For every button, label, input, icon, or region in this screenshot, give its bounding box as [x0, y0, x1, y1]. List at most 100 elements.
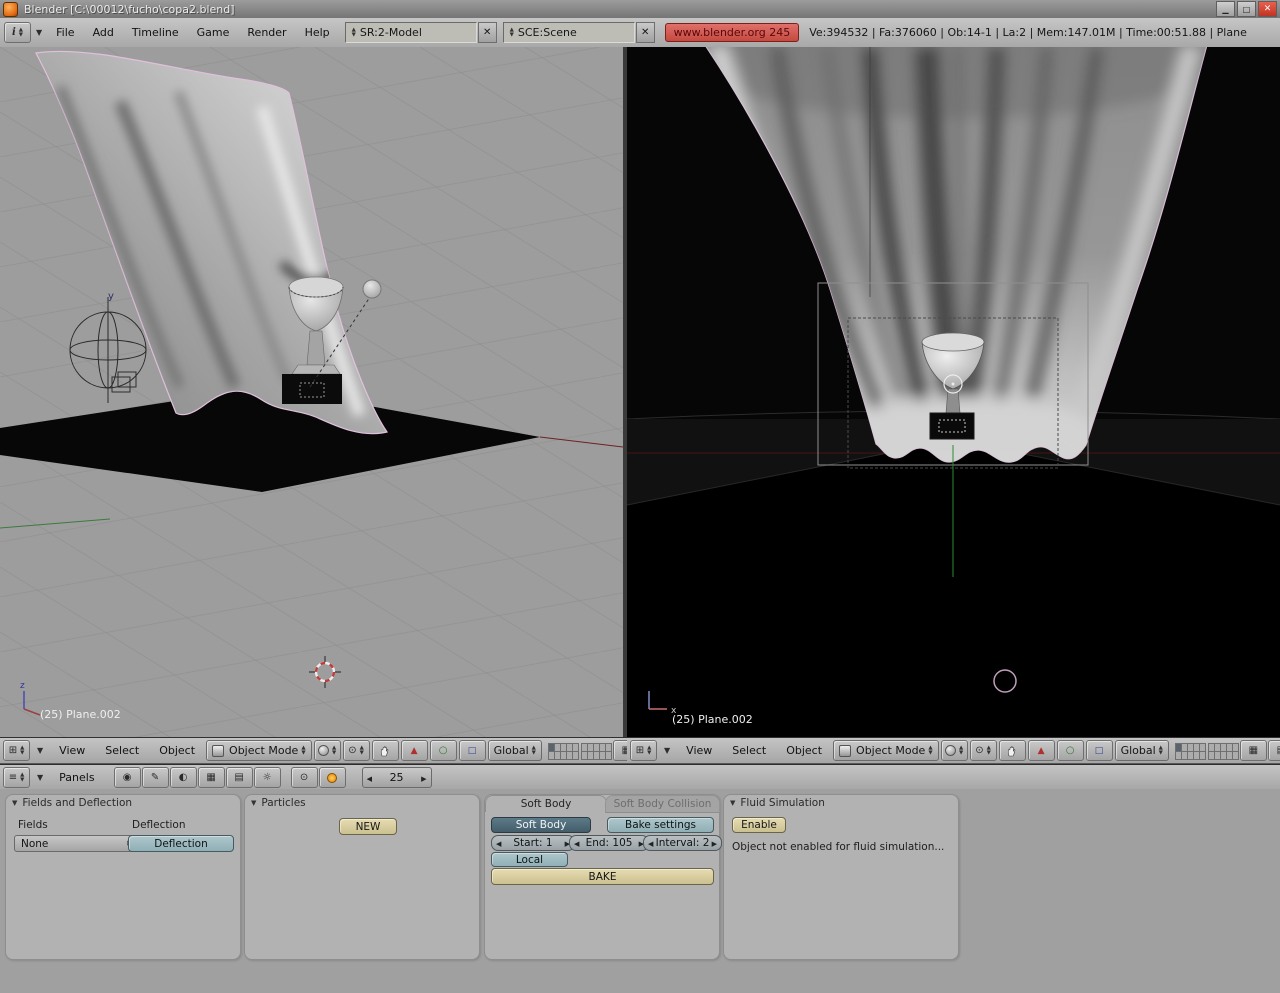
increment-icon[interactable] [712, 837, 717, 849]
translate-manipulator-button[interactable]: ▲ [1028, 740, 1055, 761]
editor-type-button[interactable]: ≡ [3, 767, 30, 788]
mode-dropdown[interactable]: Object Mode [206, 740, 312, 761]
blender-org-badge[interactable]: www.blender.org 245 [665, 23, 800, 42]
so​ft-body-enable-button[interactable]: Soft Body [491, 817, 591, 833]
scale-manipulator-button[interactable]: □ [459, 740, 486, 761]
layers-grid[interactable] [548, 743, 611, 759]
menu-view[interactable]: View [50, 744, 94, 757]
panel-title: Fields and Deflection [22, 797, 132, 809]
menu-select[interactable]: Select [96, 744, 148, 757]
goblet-base[interactable] [930, 413, 974, 439]
panel-header[interactable]: Fluid Simulation [724, 795, 958, 811]
local-toggle-button[interactable]: Local [491, 852, 568, 867]
draw-type-dropdown[interactable] [314, 740, 341, 761]
end-frame-field[interactable]: End: 105 [569, 835, 649, 851]
tab-soft-body[interactable]: Soft Body [485, 795, 607, 812]
fluid-enable-button[interactable]: Enable [732, 817, 786, 833]
panel-header[interactable]: Fields and Deflection [6, 795, 240, 811]
minimize-button[interactable]: ▁ [1216, 1, 1235, 17]
menu-select[interactable]: Select [723, 744, 775, 757]
3d-viewport-left[interactable]: y z [0, 47, 623, 737]
frame-increment-icon[interactable] [421, 771, 426, 784]
panels-menu[interactable]: Panels [50, 771, 103, 784]
decrement-icon[interactable] [648, 837, 653, 849]
scene-selector[interactable]: SCE:Scene [503, 22, 635, 43]
sphere-object[interactable] [363, 280, 381, 298]
start-frame-field[interactable]: Start: 1 [491, 835, 575, 851]
object-subcontext-button[interactable]: ⊙ [291, 767, 318, 788]
screen-selector[interactable]: SR:2-Model [345, 22, 477, 43]
header-extra-button[interactable]: ▤ [1268, 740, 1280, 761]
script-context-button[interactable]: ✎ [142, 767, 169, 788]
rotate-manipulator-button[interactable]: ○ [1057, 740, 1084, 761]
fluid-status-message: Object not enabled for fluid simulation.… [732, 841, 944, 853]
maximize-button[interactable]: □ [1237, 1, 1256, 17]
mode-dropdown[interactable]: Object Mode [833, 740, 939, 761]
editor-type-button[interactable]: ⊞ [3, 740, 30, 761]
menu-timeline[interactable]: Timeline [123, 26, 188, 39]
spinner-icon [928, 746, 932, 756]
frame-number-field[interactable]: 25 [362, 767, 432, 788]
layers-grid[interactable] [1175, 743, 1238, 759]
interval-field[interactable]: Interval: 2 [643, 835, 722, 851]
manipulator-toggle-button[interactable] [372, 740, 399, 761]
editing-context-button[interactable]: ▤ [226, 767, 253, 788]
pivot-dropdown[interactable]: ⊙ [343, 740, 370, 761]
header-collapse-icon[interactable] [32, 773, 48, 782]
logic-context-button[interactable]: ◉ [114, 767, 141, 788]
spinner-icon [647, 746, 651, 756]
close-button[interactable]: ✕ [1258, 1, 1277, 17]
hand-icon [380, 745, 390, 757]
menu-help[interactable]: Help [296, 26, 339, 39]
header-collapse-icon[interactable] [659, 746, 675, 755]
pivot-icon: ⊙ [348, 746, 356, 756]
menu-add[interactable]: Add [84, 26, 123, 39]
orientation-dropdown[interactable]: Global [1115, 740, 1169, 761]
panel-collapse-icon[interactable] [12, 799, 22, 807]
header-collapse-icon[interactable] [32, 746, 48, 755]
scene-delete-button[interactable]: ✕ [636, 22, 655, 43]
translate-manipulator-button[interactable]: ▲ [401, 740, 428, 761]
goblet-base[interactable] [282, 374, 342, 404]
menu-object[interactable]: Object [777, 744, 831, 757]
fields-label: Fields [18, 819, 48, 831]
tab-soft-body-collision[interactable]: Soft Body Collision [605, 795, 720, 813]
header-extra-button[interactable]: ▦ [1240, 740, 1267, 761]
menu-view[interactable]: View [677, 744, 721, 757]
screen-delete-button[interactable]: ✕ [478, 22, 497, 43]
editor-type-button[interactable]: i [4, 22, 31, 43]
decrement-icon[interactable] [496, 837, 501, 849]
orientation-dropdown[interactable]: Global [488, 740, 542, 761]
menu-render[interactable]: Render [238, 26, 295, 39]
buttons-window-header: ≡ Panels ◉ ✎ ◐ ▦ ▤ ☼ ⊙ 25 [0, 764, 1280, 791]
scene-context-button[interactable]: ☼ [254, 767, 281, 788]
spinner-icon [959, 746, 963, 756]
fields-type-dropdown[interactable]: None [14, 835, 138, 852]
menu-object[interactable]: Object [150, 744, 204, 757]
decrement-icon[interactable] [574, 837, 579, 849]
3d-viewport-right[interactable]: x (25) Plane.002 [627, 47, 1280, 737]
panel-collapse-icon[interactable] [251, 799, 261, 807]
object-context-button[interactable]: ▦ [198, 767, 225, 788]
menu-game[interactable]: Game [188, 26, 239, 39]
menu-collapse-icon[interactable] [31, 28, 47, 37]
new-particle-system-button[interactable]: NEW [339, 818, 397, 835]
pivot-dropdown[interactable]: ⊙ [970, 740, 997, 761]
menu-file[interactable]: File [47, 26, 83, 39]
editor-type-button[interactable]: ⊞ [630, 740, 657, 761]
manipulator-toggle-button[interactable] [999, 740, 1026, 761]
bake-settings-toggle-button[interactable]: Bake settings [607, 817, 714, 833]
bake-button[interactable]: BAKE [491, 868, 714, 885]
rotate-manipulator-button[interactable]: ○ [430, 740, 457, 761]
panel-collapse-icon[interactable] [730, 799, 740, 807]
shading-context-button[interactable]: ◐ [170, 767, 197, 788]
viewport-header-left: ⊞ View Select Object Object Mode ⊙ ▲ ○ □ [0, 737, 629, 764]
viewport-header-right: ⊞ View Select Object Object Mode ⊙ ▲ ○ □ [627, 737, 1280, 764]
frame-decrement-icon[interactable] [367, 771, 372, 784]
scale-manipulator-button[interactable]: □ [1086, 740, 1113, 761]
deflection-toggle-button[interactable]: Deflection [128, 835, 234, 852]
panel-particles: Particles NEW [244, 794, 480, 960]
panel-header[interactable]: Particles [245, 795, 479, 811]
draw-type-dropdown[interactable] [941, 740, 968, 761]
physics-subcontext-button[interactable] [319, 767, 346, 788]
